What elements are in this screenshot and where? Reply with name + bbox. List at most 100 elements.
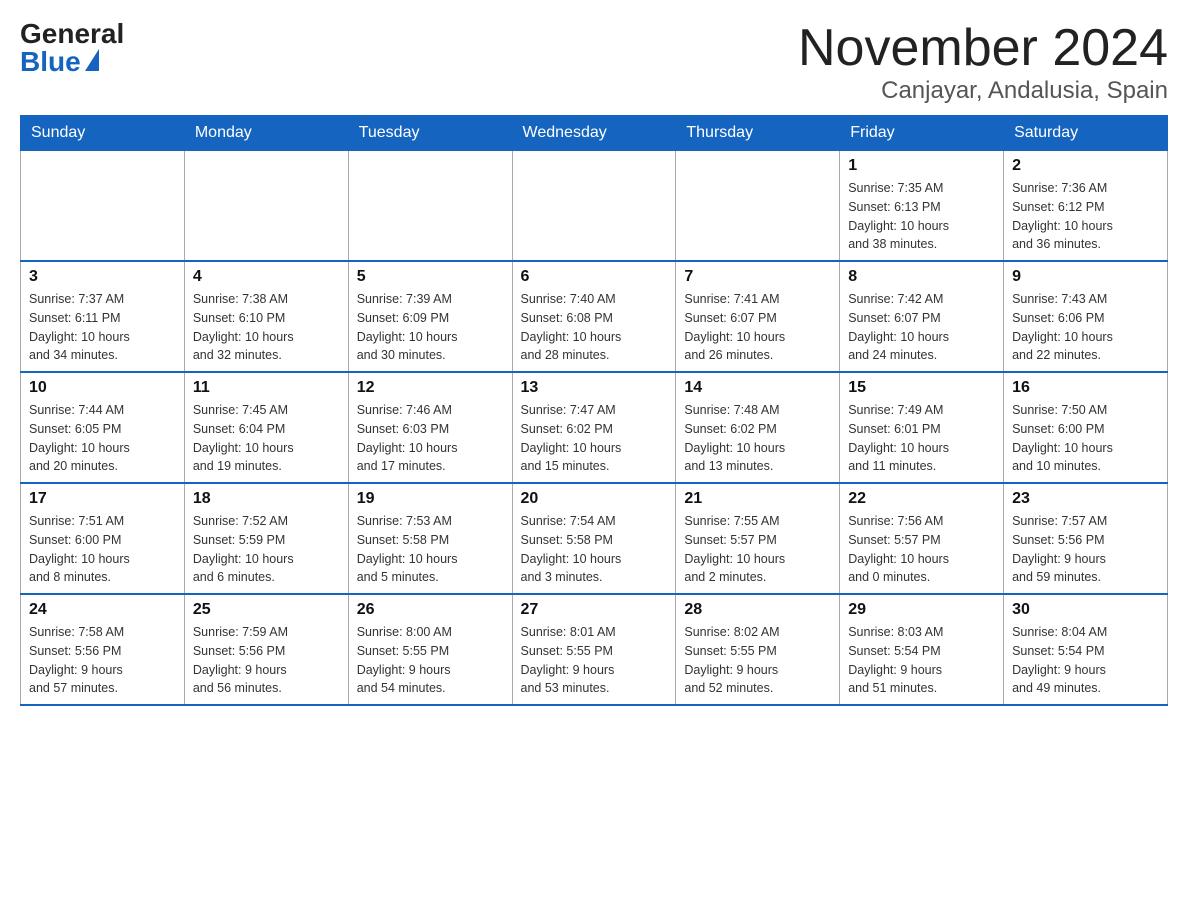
day-number: 5 bbox=[357, 268, 504, 286]
day-number: 13 bbox=[521, 379, 668, 397]
calendar-cell: 19 Sunrise: 7:53 AM Sunset: 5:58 PM Dayli… bbox=[348, 483, 512, 594]
calendar-table: SundayMondayTuesdayWednesdayThursdayFrid… bbox=[20, 115, 1168, 706]
day-number: 16 bbox=[1012, 379, 1159, 397]
weekday-header-friday: Friday bbox=[840, 116, 1004, 151]
calendar-cell: 18 Sunrise: 7:52 AM Sunset: 5:59 PM Dayli… bbox=[184, 483, 348, 594]
day-number: 22 bbox=[848, 490, 995, 508]
day-number: 28 bbox=[684, 601, 831, 619]
weekday-header-row: SundayMondayTuesdayWednesdayThursdayFrid… bbox=[21, 116, 1168, 151]
calendar-week-row: 24 Sunrise: 7:58 AM Sunset: 5:56 PM Dayli… bbox=[21, 594, 1168, 705]
day-number: 7 bbox=[684, 268, 831, 286]
day-info: Sunrise: 7:43 AM Sunset: 6:06 PM Dayligh… bbox=[1012, 290, 1159, 365]
calendar-cell: 21 Sunrise: 7:55 AM Sunset: 5:57 PM Dayli… bbox=[676, 483, 840, 594]
calendar-cell: 9Sunrise: 7:43 AM Sunset: 6:06 PM Daylig… bbox=[1004, 261, 1168, 372]
calendar-header: SundayMondayTuesdayWednesdayThursdayFrid… bbox=[21, 116, 1168, 151]
day-number: 12 bbox=[357, 379, 504, 397]
day-info: Sunrise: 7:54 AM Sunset: 5:58 PM Dayligh… bbox=[521, 512, 668, 587]
day-info: Sunrise: 7:57 AM Sunset: 5:56 PM Dayligh… bbox=[1012, 512, 1159, 587]
weekday-header-wednesday: Wednesday bbox=[512, 116, 676, 151]
calendar-cell bbox=[676, 151, 840, 262]
day-number: 20 bbox=[521, 490, 668, 508]
calendar-cell: 14Sunrise: 7:48 AM Sunset: 6:02 PM Dayli… bbox=[676, 372, 840, 483]
day-number: 4 bbox=[193, 268, 340, 286]
day-number: 11 bbox=[193, 379, 340, 397]
day-info: Sunrise: 7:49 AM Sunset: 6:01 PM Dayligh… bbox=[848, 401, 995, 476]
day-info: Sunrise: 7:36 AM Sunset: 6:12 PM Dayligh… bbox=[1012, 179, 1159, 254]
calendar-cell: 1 Sunrise: 7:35 AM Sunset: 6:13 PM Daylig… bbox=[840, 151, 1004, 262]
calendar-cell: 13 Sunrise: 7:47 AM Sunset: 6:02 PM Dayli… bbox=[512, 372, 676, 483]
calendar-cell: 2 Sunrise: 7:36 AM Sunset: 6:12 PM Daylig… bbox=[1004, 151, 1168, 262]
main-title: November 2024 bbox=[798, 20, 1168, 77]
day-number: 24 bbox=[29, 601, 176, 619]
day-info: Sunrise: 7:39 AM Sunset: 6:09 PM Dayligh… bbox=[357, 290, 504, 365]
day-number: 10 bbox=[29, 379, 176, 397]
calendar-cell: 27Sunrise: 8:01 AM Sunset: 5:55 PM Dayli… bbox=[512, 594, 676, 705]
calendar-cell: 17Sunrise: 7:51 AM Sunset: 6:00 PM Dayli… bbox=[21, 483, 185, 594]
weekday-header-saturday: Saturday bbox=[1004, 116, 1168, 151]
calendar-cell: 3Sunrise: 7:37 AM Sunset: 6:11 PM Daylig… bbox=[21, 261, 185, 372]
day-number: 29 bbox=[848, 601, 995, 619]
calendar-cell: 24 Sunrise: 7:58 AM Sunset: 5:56 PM Dayli… bbox=[21, 594, 185, 705]
calendar-cell: 22 Sunrise: 7:56 AM Sunset: 5:57 PM Dayli… bbox=[840, 483, 1004, 594]
calendar-cell: 15 Sunrise: 7:49 AM Sunset: 6:01 PM Dayli… bbox=[840, 372, 1004, 483]
day-info: Sunrise: 7:55 AM Sunset: 5:57 PM Dayligh… bbox=[684, 512, 831, 587]
calendar-cell: 6Sunrise: 7:40 AM Sunset: 6:08 PM Daylig… bbox=[512, 261, 676, 372]
calendar-body: 1 Sunrise: 7:35 AM Sunset: 6:13 PM Daylig… bbox=[21, 151, 1168, 706]
calendar-cell: 10Sunrise: 7:44 AM Sunset: 6:05 PM Dayli… bbox=[21, 372, 185, 483]
day-number: 8 bbox=[848, 268, 995, 286]
calendar-week-row: 17Sunrise: 7:51 AM Sunset: 6:00 PM Dayli… bbox=[21, 483, 1168, 594]
calendar-cell: 29 Sunrise: 8:03 AM Sunset: 5:54 PM Dayli… bbox=[840, 594, 1004, 705]
calendar-week-row: 1 Sunrise: 7:35 AM Sunset: 6:13 PM Daylig… bbox=[21, 151, 1168, 262]
calendar-cell: 5 Sunrise: 7:39 AM Sunset: 6:09 PM Daylig… bbox=[348, 261, 512, 372]
calendar-cell: 11 Sunrise: 7:45 AM Sunset: 6:04 PM Dayli… bbox=[184, 372, 348, 483]
page-header: General Blue November 2024 Canjayar, And… bbox=[20, 20, 1168, 105]
day-number: 18 bbox=[193, 490, 340, 508]
calendar-cell: 4 Sunrise: 7:38 AM Sunset: 6:10 PM Daylig… bbox=[184, 261, 348, 372]
day-info: Sunrise: 7:50 AM Sunset: 6:00 PM Dayligh… bbox=[1012, 401, 1159, 476]
day-info: Sunrise: 7:56 AM Sunset: 5:57 PM Dayligh… bbox=[848, 512, 995, 587]
day-info: Sunrise: 8:03 AM Sunset: 5:54 PM Dayligh… bbox=[848, 623, 995, 698]
day-info: Sunrise: 7:37 AM Sunset: 6:11 PM Dayligh… bbox=[29, 290, 176, 365]
day-number: 6 bbox=[521, 268, 668, 286]
day-number: 2 bbox=[1012, 157, 1159, 175]
day-info: Sunrise: 7:38 AM Sunset: 6:10 PM Dayligh… bbox=[193, 290, 340, 365]
day-number: 21 bbox=[684, 490, 831, 508]
day-info: Sunrise: 7:35 AM Sunset: 6:13 PM Dayligh… bbox=[848, 179, 995, 254]
day-info: Sunrise: 7:45 AM Sunset: 6:04 PM Dayligh… bbox=[193, 401, 340, 476]
day-number: 27 bbox=[521, 601, 668, 619]
day-number: 17 bbox=[29, 490, 176, 508]
calendar-cell: 26Sunrise: 8:00 AM Sunset: 5:55 PM Dayli… bbox=[348, 594, 512, 705]
weekday-header-sunday: Sunday bbox=[21, 116, 185, 151]
logo-general-text: General bbox=[20, 20, 124, 48]
day-number: 30 bbox=[1012, 601, 1159, 619]
day-info: Sunrise: 7:59 AM Sunset: 5:56 PM Dayligh… bbox=[193, 623, 340, 698]
calendar-cell: 25 Sunrise: 7:59 AM Sunset: 5:56 PM Dayli… bbox=[184, 594, 348, 705]
calendar-cell bbox=[512, 151, 676, 262]
day-number: 1 bbox=[848, 157, 995, 175]
day-info: Sunrise: 8:00 AM Sunset: 5:55 PM Dayligh… bbox=[357, 623, 504, 698]
day-info: Sunrise: 7:42 AM Sunset: 6:07 PM Dayligh… bbox=[848, 290, 995, 365]
calendar-cell: 8 Sunrise: 7:42 AM Sunset: 6:07 PM Daylig… bbox=[840, 261, 1004, 372]
logo: General Blue bbox=[20, 20, 124, 76]
calendar-week-row: 3Sunrise: 7:37 AM Sunset: 6:11 PM Daylig… bbox=[21, 261, 1168, 372]
day-number: 25 bbox=[193, 601, 340, 619]
logo-blue-text: Blue bbox=[20, 48, 99, 76]
day-number: 23 bbox=[1012, 490, 1159, 508]
calendar-cell: 30 Sunrise: 8:04 AM Sunset: 5:54 PM Dayli… bbox=[1004, 594, 1168, 705]
day-info: Sunrise: 8:04 AM Sunset: 5:54 PM Dayligh… bbox=[1012, 623, 1159, 698]
day-info: Sunrise: 7:53 AM Sunset: 5:58 PM Dayligh… bbox=[357, 512, 504, 587]
calendar-cell bbox=[184, 151, 348, 262]
title-block: November 2024 Canjayar, Andalusia, Spain bbox=[798, 20, 1168, 105]
day-number: 15 bbox=[848, 379, 995, 397]
day-info: Sunrise: 7:52 AM Sunset: 5:59 PM Dayligh… bbox=[193, 512, 340, 587]
day-info: Sunrise: 7:58 AM Sunset: 5:56 PM Dayligh… bbox=[29, 623, 176, 698]
calendar-cell: 20 Sunrise: 7:54 AM Sunset: 5:58 PM Dayli… bbox=[512, 483, 676, 594]
calendar-cell bbox=[21, 151, 185, 262]
day-info: Sunrise: 7:46 AM Sunset: 6:03 PM Dayligh… bbox=[357, 401, 504, 476]
logo-triangle-icon bbox=[85, 49, 99, 71]
weekday-header-thursday: Thursday bbox=[676, 116, 840, 151]
calendar-cell: 16 Sunrise: 7:50 AM Sunset: 6:00 PM Dayli… bbox=[1004, 372, 1168, 483]
calendar-cell: 7Sunrise: 7:41 AM Sunset: 6:07 PM Daylig… bbox=[676, 261, 840, 372]
day-info: Sunrise: 7:47 AM Sunset: 6:02 PM Dayligh… bbox=[521, 401, 668, 476]
day-number: 19 bbox=[357, 490, 504, 508]
